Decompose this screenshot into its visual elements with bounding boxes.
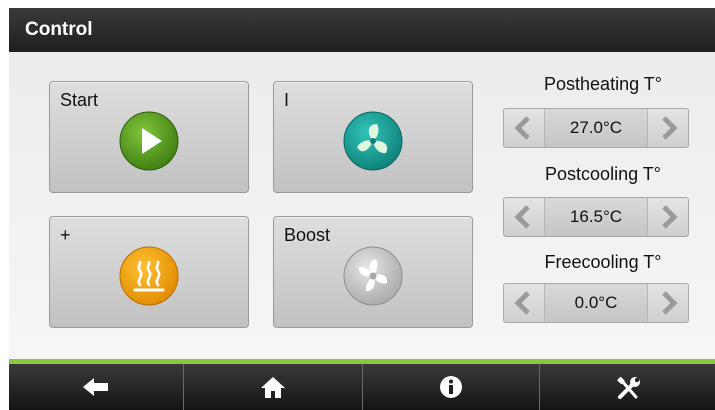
bottom-nav [9,364,715,410]
info-icon [440,376,462,398]
postheating-label: Postheating T° [544,74,662,94]
heating-icon [119,246,179,306]
increase-freecooling-button[interactable] [650,284,688,322]
fan-speed-label: I [284,90,290,110]
postcooling-label: Postcooling T° [545,164,661,184]
screen: Control Start I + Boost Postheating T° 2… [0,0,715,410]
fan-icon [343,246,403,306]
decrease-postcooling-button[interactable] [504,198,542,236]
boost-button[interactable]: Boost [273,216,473,328]
back-button[interactable] [9,364,183,410]
play-icon [119,111,179,171]
freecooling-value: 0.0°C [544,284,648,322]
settings-button[interactable] [540,364,715,410]
postcooling-value: 16.5°C [544,198,648,236]
info-button[interactable] [363,364,539,410]
home-icon [261,377,285,398]
freecooling-label: Freecooling T° [544,252,662,272]
postcooling-stepper: 16.5°C [503,197,689,237]
heating-button[interactable]: + [49,216,249,328]
freecooling-stepper: 0.0°C [503,283,689,323]
postheating-value: 27.0°C [544,109,648,147]
back-arrow-icon [83,378,108,396]
heating-label: + [60,225,71,245]
start-button[interactable]: Start [49,81,249,193]
title-bar: Control [9,8,715,52]
boost-label: Boost [284,225,331,245]
start-label: Start [60,90,99,110]
tools-icon [617,376,640,399]
fan-speed-button[interactable]: I [273,81,473,193]
decrease-freecooling-button[interactable] [504,284,542,322]
home-button[interactable] [184,364,362,410]
page-title: Control [25,19,93,40]
decrease-postheating-button[interactable] [504,109,542,147]
postheating-stepper: 27.0°C [503,108,689,148]
increase-postcooling-button[interactable] [650,198,688,236]
control-panel: Start I + Boost Postheating T° 27.0°C Po… [9,52,715,359]
fan-icon [343,111,403,171]
increase-postheating-button[interactable] [650,109,688,147]
